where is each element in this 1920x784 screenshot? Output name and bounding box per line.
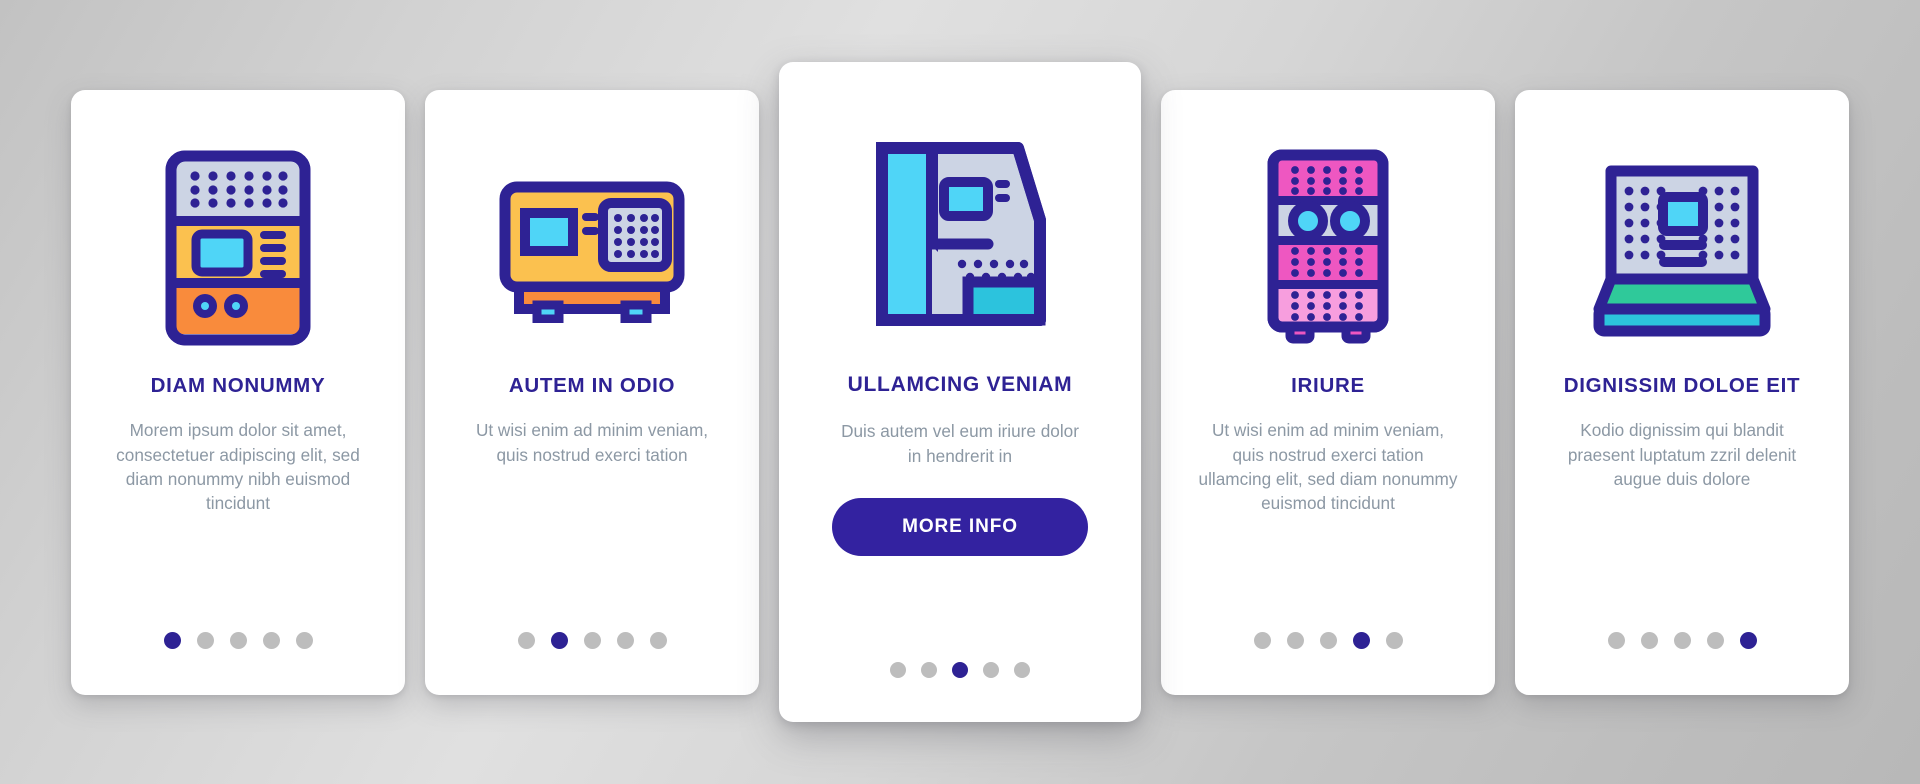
pagination-dots <box>425 631 759 649</box>
card-description: Ut wisi enim ad minim veniam, quis nostr… <box>475 420 709 465</box>
card-description: Ut wisi enim ad minim veniam, quis nostr… <box>1198 420 1458 514</box>
pagination-dot[interactable] <box>616 631 634 649</box>
pagination-dot[interactable] <box>1352 631 1370 649</box>
pagination-dot[interactable] <box>1706 631 1724 649</box>
server-cabinet-icon <box>1187 128 1469 368</box>
pagination-dots <box>71 631 405 649</box>
pagination-dot[interactable] <box>649 631 667 649</box>
card-title: IRIURE <box>1291 373 1365 397</box>
pagination-dot[interactable] <box>1640 631 1658 649</box>
arcade-machine-icon <box>805 106 1115 366</box>
pagination-dots <box>779 662 1141 678</box>
pagination-dot[interactable] <box>890 662 906 678</box>
pagination-dot[interactable] <box>196 631 214 649</box>
vending-machine-icon <box>97 128 379 368</box>
more-info-button[interactable]: MORE INFO <box>832 498 1088 557</box>
pagination-dot[interactable] <box>1253 631 1271 649</box>
pagination-dot[interactable] <box>229 631 247 649</box>
onboarding-screens-stage: DIAM NONUMMY Morem ipsum dolor sit amet,… <box>0 0 1920 784</box>
pagination-dot[interactable] <box>952 662 968 678</box>
onboarding-card-2[interactable]: AUTEM IN ODIO Ut wisi enim ad minim veni… <box>425 89 759 695</box>
card-description: Morem ipsum dolor sit amet, consectetuer… <box>116 420 360 514</box>
pagination-dot[interactable] <box>921 662 937 678</box>
onboarding-card-5[interactable]: DIGNISSIM DOLOE EIT Kodio dignissim qui … <box>1515 89 1849 695</box>
card-title: AUTEM IN ODIO <box>508 373 676 397</box>
pagination-dot[interactable] <box>262 631 280 649</box>
card-title: DIAM NONUMMY <box>150 373 326 397</box>
pagination-dot[interactable] <box>517 631 535 649</box>
card-deck: DIAM NONUMMY Morem ipsum dolor sit amet,… <box>0 62 1920 722</box>
pagination-dot[interactable] <box>1286 631 1304 649</box>
onboarding-card-1[interactable]: DIAM NONUMMY Morem ipsum dolor sit amet,… <box>71 89 405 695</box>
kiosk-terminal-icon <box>1541 128 1823 368</box>
pagination-dot[interactable] <box>583 631 601 649</box>
card-title: DIGNISSIM DOLOE EIT <box>1563 373 1801 397</box>
card-description: Duis autem vel eum iriure dolor in hendr… <box>841 421 1079 466</box>
pagination-dot[interactable] <box>983 662 999 678</box>
pagination-dot[interactable] <box>1739 631 1757 649</box>
card-description: Kodio dignissim qui blandit praesent lup… <box>1567 420 1797 489</box>
pagination-dot[interactable] <box>163 631 181 649</box>
payment-terminal-icon <box>451 128 733 368</box>
pagination-dots <box>1515 631 1849 649</box>
pagination-dot[interactable] <box>1014 662 1030 678</box>
pagination-dot[interactable] <box>1319 631 1337 649</box>
pagination-dot[interactable] <box>1607 631 1625 649</box>
pagination-dot[interactable] <box>295 631 313 649</box>
card-title: ULLAMCING VENIAM <box>847 373 1073 396</box>
onboarding-card-4[interactable]: IRIURE Ut wisi enim ad minim veniam, qui… <box>1161 89 1495 695</box>
pagination-dot[interactable] <box>550 631 568 649</box>
onboarding-card-3[interactable]: ULLAMCING VENIAM Duis autem vel eum iriu… <box>779 62 1141 722</box>
pagination-dots <box>1161 631 1495 649</box>
pagination-dot[interactable] <box>1673 631 1691 649</box>
pagination-dot[interactable] <box>1385 631 1403 649</box>
